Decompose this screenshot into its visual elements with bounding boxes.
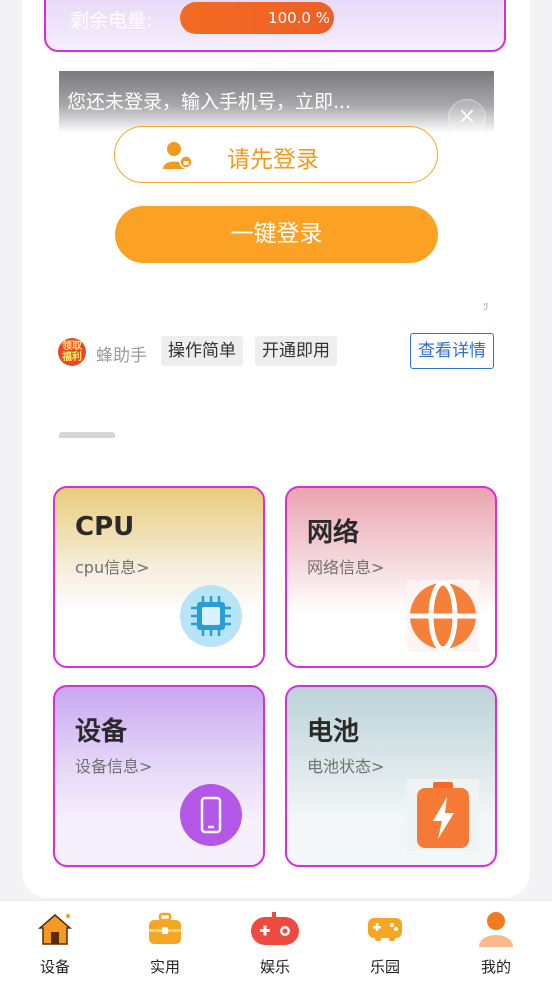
card-title: CPU (75, 512, 135, 542)
tab-utility[interactable]: 实用 (110, 901, 220, 984)
profile-icon (479, 912, 513, 947)
battery-level-pill: 100.0 % (180, 2, 334, 34)
battery-icon (407, 779, 479, 851)
pre-login-label: 请先登录 (227, 147, 319, 173)
gamepad-icon (251, 912, 299, 945)
tab-playground[interactable]: 乐园 (330, 901, 440, 984)
ad-tag: 操作简单 (161, 336, 243, 366)
card-subtitle: 网络信息> (307, 558, 385, 577)
tab-label: 娱乐 (259, 958, 290, 976)
card-subtitle: cpu信息> (75, 558, 150, 577)
tab-label: 我的 (480, 958, 511, 976)
battery-card[interactable]: 电池 电池状态> (285, 685, 497, 867)
phone-icon (180, 784, 242, 846)
bottom-tab-bar: 设备 实用 娱乐 乐园 我的 (0, 900, 552, 984)
battery-label: 剩余电量: (70, 10, 153, 32)
tab-label: 设备 (39, 958, 70, 976)
ad-tag: 开通即用 (255, 336, 337, 366)
tab-entertainment[interactable]: 娱乐 (220, 901, 330, 984)
tab-label: 乐园 (369, 958, 400, 976)
user-lock-icon (163, 142, 193, 169)
ad-app-name: 蜂助手 (96, 346, 147, 366)
login-banner: 您还未登录，输入手机号，立即... × (59, 71, 494, 137)
tab-label: 实用 (149, 958, 180, 976)
cpu-card[interactable]: CPU cpu信息> (53, 486, 265, 668)
house-icon (37, 914, 73, 945)
ad-row[interactable]: 领取福利 蜂助手 操作简单 开通即用 查看详情 (58, 333, 494, 371)
game-controller-icon (368, 918, 402, 941)
tab-device[interactable]: 设备 (0, 901, 110, 984)
card-title: 网络 (307, 518, 360, 548)
card-subtitle: 设备信息> (75, 757, 153, 776)
network-card[interactable]: 网络 网络信息> (285, 486, 497, 668)
card-title: 设备 (75, 717, 128, 747)
chip-icon (180, 585, 242, 647)
globe-icon (407, 580, 479, 652)
placeholder-stub (59, 432, 115, 438)
ad-corner-mark: ℐ (484, 303, 489, 313)
tab-mine[interactable]: 我的 (441, 901, 551, 984)
toolbox-icon (149, 912, 181, 944)
card-title: 电池 (307, 717, 360, 747)
one-click-login-button[interactable]: 一键登录 (115, 206, 438, 263)
view-details-button[interactable]: 查看详情 (410, 333, 494, 369)
close-icon[interactable]: × (448, 99, 486, 137)
pre-login-button[interactable]: 请先登录 (114, 126, 438, 183)
battery-summary-card: 剩余电量: 100.0 % (44, 0, 506, 52)
ad-logo-badge: 领取福利 (58, 338, 86, 366)
device-card[interactable]: 设备 设备信息> (53, 685, 265, 867)
login-prompt-text: 您还未登录，输入手机号，立即... (67, 91, 352, 113)
card-subtitle: 电池状态> (307, 757, 385, 776)
